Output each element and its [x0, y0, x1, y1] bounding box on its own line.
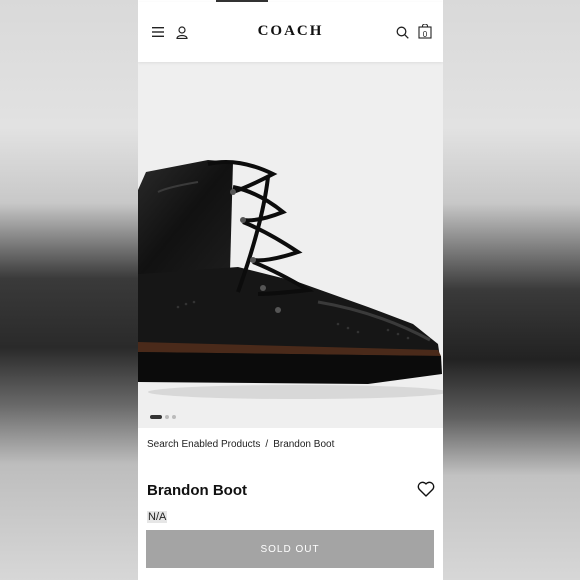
product-title: Brandon Boot [147, 482, 247, 499]
bag-icon[interactable]: 0 [417, 24, 433, 40]
carousel-dot[interactable] [172, 415, 176, 419]
carousel-dots [150, 415, 176, 419]
blurred-backdrop-right [442, 0, 580, 580]
carousel-dot[interactable] [150, 415, 162, 419]
boot-image [138, 160, 443, 399]
cart-count: 0 [422, 29, 428, 39]
mobile-page: COACH 0 Search Enabled Products / Brando… [138, 0, 443, 580]
breadcrumb: Search Enabled Products / Brandon Boot [147, 439, 334, 450]
carousel-dot[interactable] [165, 415, 169, 419]
blurred-backdrop-left [0, 0, 138, 580]
breadcrumb-separator: / [265, 439, 269, 450]
breadcrumb-link-search[interactable]: Search Enabled Products [147, 439, 260, 450]
top-navbar: COACH 0 [138, 2, 443, 62]
product-price: N/A [147, 511, 168, 523]
search-icon[interactable] [394, 24, 410, 40]
breadcrumb-current: Brandon Boot [273, 439, 335, 450]
sold-out-button[interactable]: SOLD OUT [146, 530, 434, 568]
heart-icon[interactable] [417, 481, 435, 502]
product-image[interactable] [138, 62, 443, 428]
